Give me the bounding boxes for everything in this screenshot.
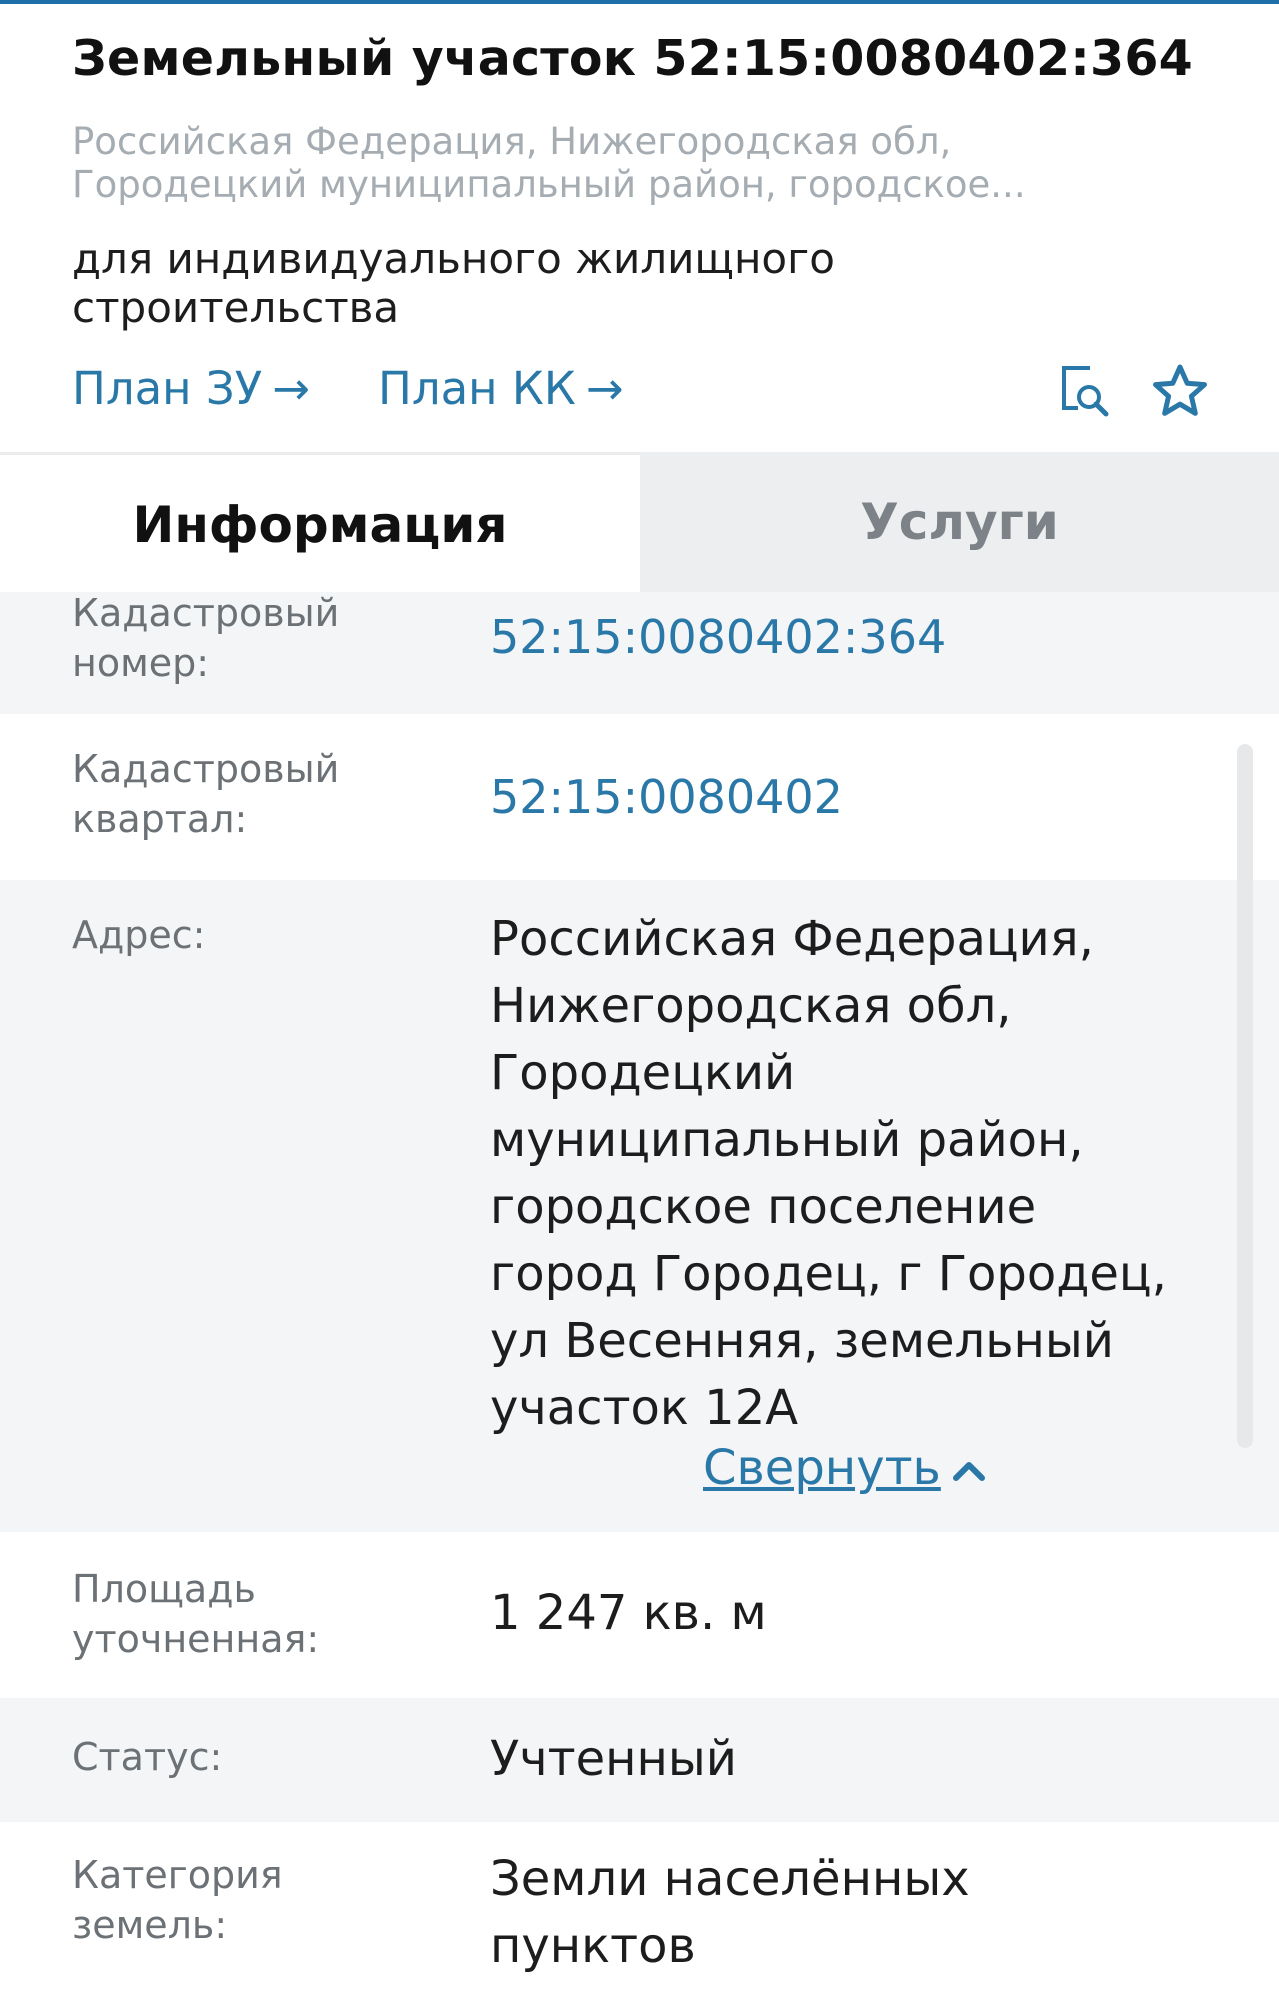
land-category-value: Земли населённых пунктов	[490, 1851, 970, 1974]
status-value: Учтенный	[490, 1731, 737, 1787]
plan-kk-link[interactable]: План КК →	[378, 362, 624, 415]
cadastral-block-value[interactable]: 52:15:0080402	[490, 764, 1190, 831]
info-row-status: Статус: Учтенный	[0, 1698, 1279, 1822]
plan-kk-label: План КК	[378, 362, 576, 415]
scrollbar[interactable]	[1237, 744, 1253, 1448]
page-title: Земельный участок 52:15:0080402:364	[72, 30, 1193, 87]
tab-bar: Информация Услуги	[0, 452, 1279, 592]
tab-information[interactable]: Информация	[0, 452, 640, 592]
collapse-label: Свернуть	[703, 1440, 941, 1496]
info-row-area: Площадь уточненная: 1 247 кв. м	[0, 1532, 1279, 1698]
object-header: Земельный участок 52:15:0080402:364 Росс…	[0, 4, 1279, 452]
info-row-cadastral-number: Кадастровый номер: 52:15:0080402:364	[0, 591, 1279, 714]
document-search-button[interactable]	[1056, 362, 1116, 422]
cadastral-block-label: Кадастровый квартал:	[72, 747, 340, 841]
plan-zu-label: План ЗУ	[72, 362, 263, 415]
chevron-up-icon	[952, 1462, 985, 1481]
info-row-cadastral-block: Кадастровый квартал: 52:15:0080402	[0, 714, 1279, 880]
collapse-address-link[interactable]: Свернуть	[703, 1440, 987, 1496]
cadastral-number-label: Кадастровый номер:	[72, 591, 340, 685]
address-label: Адрес:	[72, 913, 206, 957]
address-value: Российская Федерация, Нижегородская обл,…	[490, 911, 1167, 1436]
arrow-right-icon: →	[272, 362, 310, 415]
info-row-land-category: Категория земель: Земли населённых пункт…	[0, 1822, 1279, 2000]
address-preview-line-1: Российская Федерация, Нижегородская обл,	[72, 120, 952, 163]
tab-services[interactable]: Услуги	[640, 452, 1279, 592]
area-value: 1 247 кв. м	[490, 1585, 767, 1641]
cadastral-number-value[interactable]: 52:15:0080402:364	[490, 604, 1190, 671]
address-preview-line-2: Городецкий муниципальный район, городско…	[72, 163, 1026, 206]
area-label: Площадь уточненная:	[72, 1567, 320, 1661]
info-row-address: Адрес: Российская Федерация, Нижегородск…	[0, 880, 1279, 1532]
plan-zu-link[interactable]: План ЗУ →	[72, 362, 310, 415]
status-label: Статус:	[72, 1735, 223, 1779]
favorite-button[interactable]	[1150, 362, 1210, 422]
permitted-use: для индивидуального жилищного строительс…	[72, 234, 835, 332]
address-preview: Российская Федерация, Нижегородская обл,…	[72, 120, 1072, 206]
land-category-label: Категория земель:	[72, 1853, 283, 1947]
arrow-right-icon: →	[585, 362, 624, 415]
star-icon	[1153, 364, 1207, 416]
document-search-icon	[1062, 366, 1109, 417]
